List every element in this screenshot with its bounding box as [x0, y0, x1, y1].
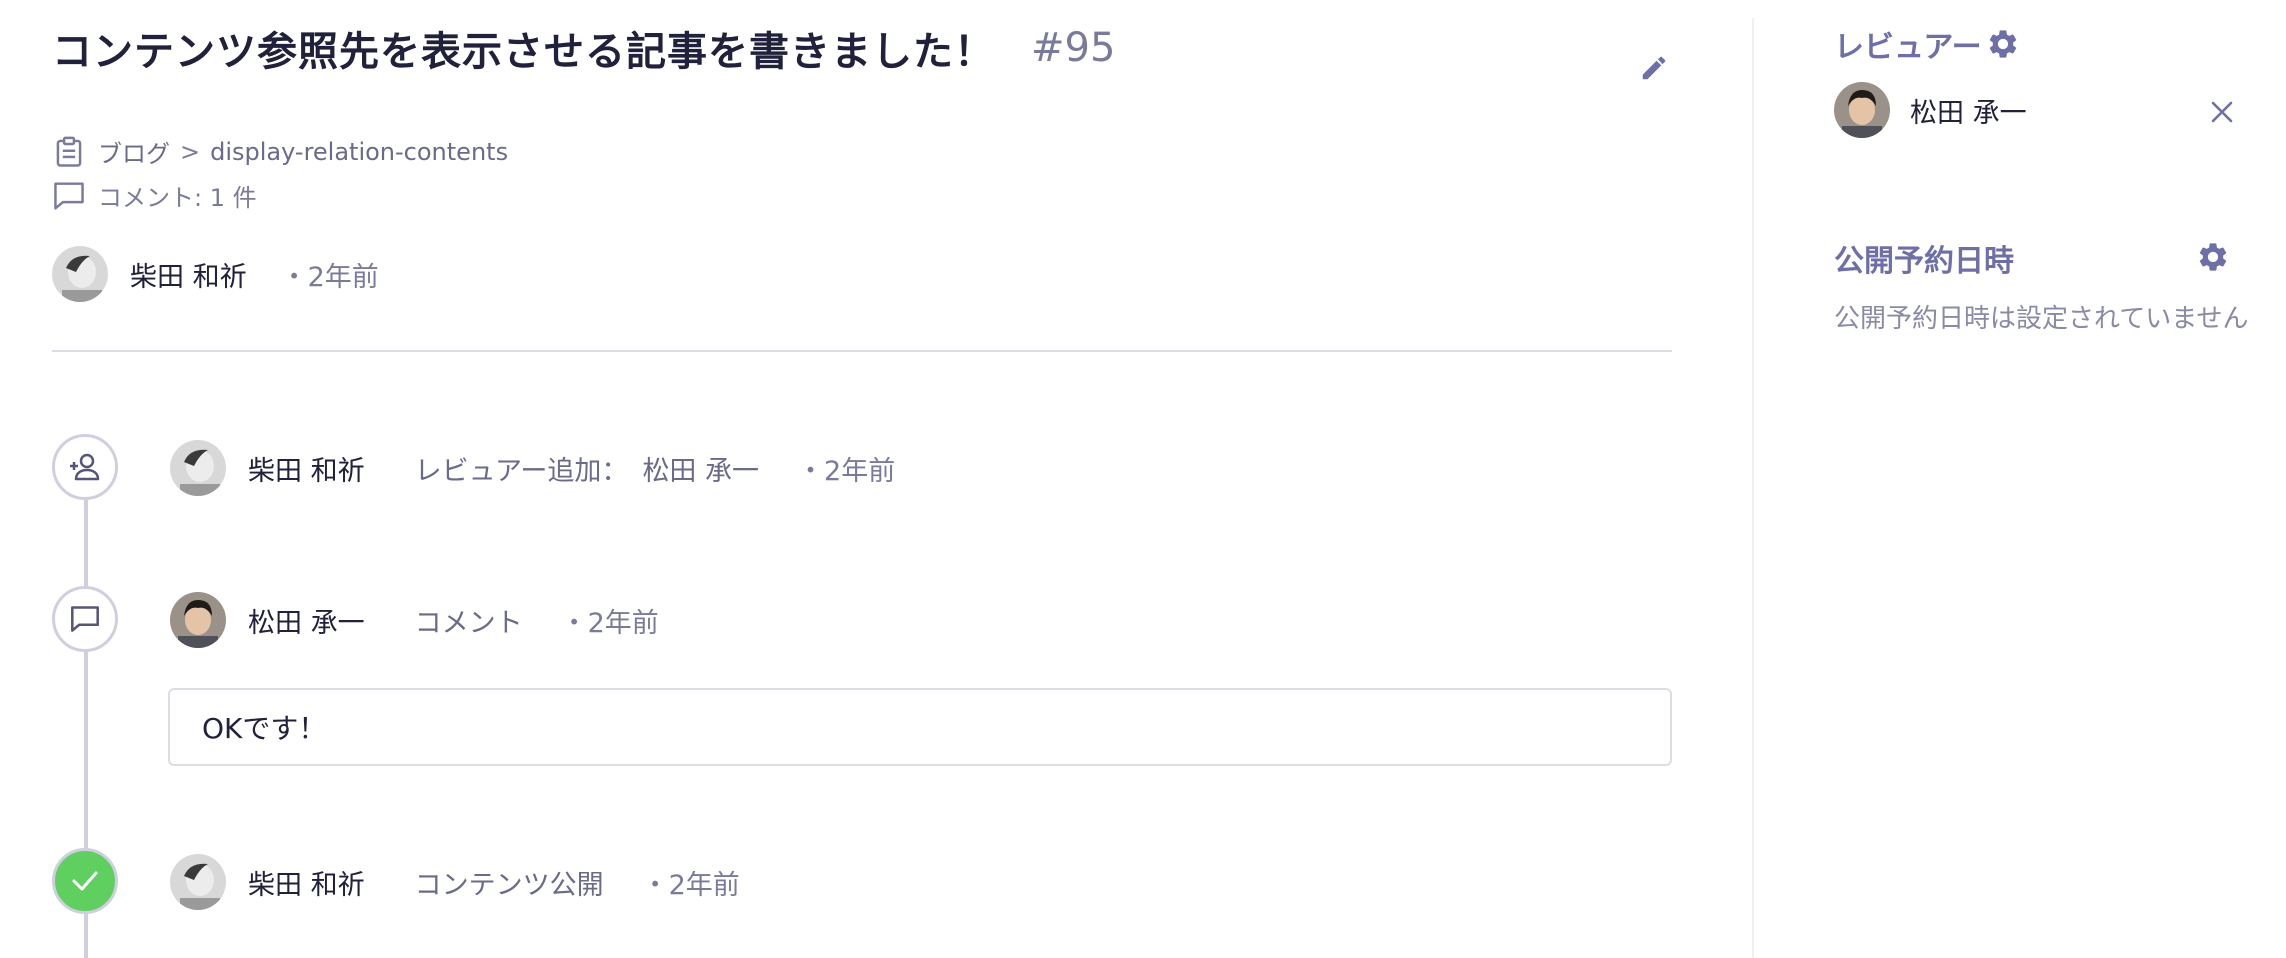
reviewers-settings-button[interactable] [1986, 27, 2020, 61]
gear-icon [2199, 243, 2227, 271]
check-icon [72, 871, 98, 891]
author-row: 柴田 和祈 ・2年前 [52, 246, 379, 302]
close-icon [2211, 101, 2233, 123]
timeline-item: 柴田 和祈 レビュアー追加： 松田 承一 ・2年前 [170, 440, 895, 496]
comment-body: OKです！ [168, 688, 1672, 766]
schedule-empty-text: 公開予約日時は設定されていません [1834, 304, 2249, 334]
comment-count-row: コメント: 1 件 [52, 178, 257, 213]
timeline-user: 柴田 和祈 [248, 869, 365, 901]
timeline-action-label: レビュアー追加： [414, 455, 629, 487]
page-title: コンテンツ参照先を表示させる記事を書きました！ [52, 29, 995, 75]
timeline-event-icon [52, 586, 118, 652]
timeline-event-icon [52, 434, 118, 500]
breadcrumb-separator: > [180, 137, 201, 166]
comment-icon [52, 179, 86, 213]
pencil-icon [1642, 56, 1666, 80]
reviewer-item: 松田 承一 [1834, 82, 2027, 138]
divider [52, 350, 1672, 352]
main-panel: コンテンツ参照先を表示させる記事を書きました！ #95 ブログ > displa… [0, 0, 1752, 958]
timeline-user: 柴田 和祈 [248, 455, 365, 487]
content-number: #95 [1031, 25, 1116, 71]
schedule-title: 公開予約日時 [1834, 244, 2014, 279]
timeline-action-target: 松田 承一 [642, 455, 760, 487]
timeline-time: ・2年前 [560, 607, 659, 639]
timeline-action: コメント [414, 607, 523, 639]
remove-reviewer-button[interactable] [2202, 92, 2242, 132]
reviewers-title: レビュアー [1834, 30, 1982, 65]
avatar [170, 592, 226, 648]
comment-count: コメント: 1 件 [98, 184, 257, 212]
timeline-time: ・2年前 [641, 869, 740, 901]
edit-title-button[interactable] [1634, 48, 1674, 88]
person-add-icon [70, 453, 100, 481]
timeline-action: レビュアー追加： 松田 承一 [415, 449, 759, 488]
timeline-action: コンテンツ公開 [414, 869, 604, 901]
breadcrumb-content-id[interactable]: display-relation-contents [210, 138, 508, 166]
title-row: コンテンツ参照先を表示させる記事を書きました！ #95 [52, 20, 1115, 76]
sidebar: レビュアー 松田 承一 公開予約日時 公開予約日時は設定されていません [1754, 0, 2286, 958]
timeline-event-icon [52, 848, 118, 914]
gear-icon [1989, 30, 2016, 58]
clipboard-icon [52, 135, 86, 169]
author-name: 柴田 和祈 [130, 261, 247, 293]
reviewer-name: 松田 承一 [1910, 97, 2027, 129]
created-time: ・2年前 [280, 261, 379, 293]
breadcrumb: ブログ > display-relation-contents [52, 134, 508, 169]
breadcrumb-api-link[interactable]: ブログ [98, 134, 170, 169]
avatar [52, 246, 108, 302]
timeline-time: ・2年前 [797, 455, 896, 487]
timeline-item: 柴田 和祈 コンテンツ公開 ・2年前 [170, 854, 740, 910]
comment-icon [71, 606, 99, 632]
schedule-settings-button[interactable] [2196, 240, 2230, 274]
timeline-user: 松田 承一 [248, 607, 365, 639]
avatar [1834, 82, 1890, 138]
avatar [170, 440, 226, 496]
avatar [170, 854, 226, 910]
reviewers-section-title: レビュアー [1834, 22, 2020, 66]
timeline-item: 松田 承一 コメント ・2年前 [170, 592, 659, 648]
